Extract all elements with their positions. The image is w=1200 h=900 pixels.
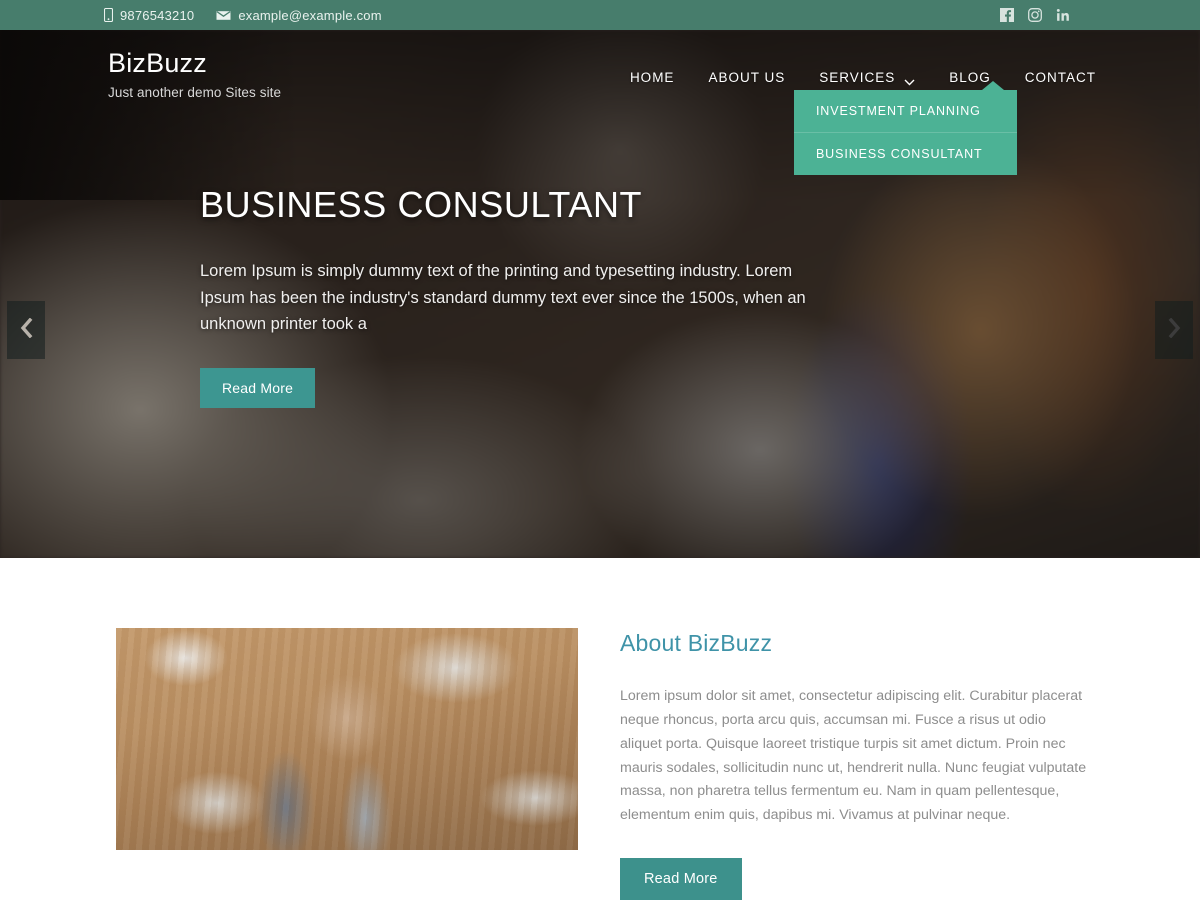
nav-label-about-us: ABOUT US (708, 70, 786, 85)
about-description: Lorem ipsum dolor sit amet, consectetur … (620, 688, 1087, 824)
nav-label-contact: CONTACT (1024, 70, 1096, 85)
slider-prev-button[interactable] (7, 301, 45, 359)
nav-item-contact[interactable]: CONTACT (1025, 70, 1096, 85)
about-image (116, 628, 578, 850)
services-dropdown-menu: INVESTMENT PLANNING BUSINESS CONSULTANT (793, 81, 1017, 175)
hero-description: Lorem Ipsum is simply dummy text of the … (200, 262, 806, 334)
brand-block[interactable]: BizBuzz Just another demo Sites site (108, 48, 281, 100)
site-tagline: Just another demo Sites site (108, 85, 282, 101)
hero-copy-block: BUSINESS CONSULTANT Lorem Ipsum is simpl… (0, 100, 830, 409)
about-content: About BizBuzz Lorem ipsum dolor sit amet… (620, 628, 1096, 900)
main-navigation: HOME ABOUT US SERVICES BLOG CONTACT INVE… (630, 48, 1096, 175)
chevron-right-icon (1168, 317, 1181, 343)
topbar-contact-group: 9876543210 example@example.com (104, 8, 382, 23)
nav-item-services[interactable]: SERVICES (819, 70, 915, 86)
team-fistbump-desk-photo (116, 628, 578, 850)
about-image-wrap (116, 628, 578, 900)
chevron-down-icon (904, 74, 915, 86)
slider-next-button[interactable] (1155, 301, 1193, 359)
topbar-email-text: example@example.com (238, 7, 382, 23)
hero-slider: BizBuzz Just another demo Sites site HOM… (0, 30, 1200, 558)
nav-label-home: HOME (629, 70, 675, 85)
dropdown-item-investment-planning[interactable]: INVESTMENT PLANNING (794, 90, 1017, 132)
about-section: About BizBuzz Lorem ipsum dolor sit amet… (0, 558, 1200, 900)
site-title: BizBuzz (108, 48, 207, 78)
topbar-phone[interactable]: 9876543210 (104, 8, 194, 23)
dropdown-item-business-consultant[interactable]: BUSINESS CONSULTANT (793, 132, 1017, 175)
hero-title: BUSINESS CONSULTANT (200, 184, 643, 226)
site-header: BizBuzz Just another demo Sites site HOM… (0, 30, 1200, 175)
topbar-phone-text: 9876543210 (120, 7, 195, 23)
nav-item-home[interactable]: HOME (630, 70, 675, 85)
nav-label-services: SERVICES (819, 70, 896, 85)
topbar-email[interactable]: example@example.com (216, 7, 382, 23)
nav-item-about-us[interactable]: ABOUT US (708, 70, 785, 85)
about-title: About BizBuzz (620, 630, 773, 656)
hero-read-more-button[interactable]: Read More (200, 368, 316, 409)
facebook-icon[interactable] (999, 8, 1014, 23)
chevron-left-icon (20, 317, 33, 343)
envelope-icon (216, 10, 231, 21)
instagram-icon[interactable] (1027, 8, 1042, 23)
topbar-social-group (999, 8, 1070, 23)
topbar: 9876543210 example@example.com (0, 0, 1200, 30)
about-read-more-button[interactable]: Read More (620, 858, 742, 900)
linkedin-icon[interactable] (1055, 8, 1070, 23)
mobile-phone-icon (104, 8, 113, 22)
